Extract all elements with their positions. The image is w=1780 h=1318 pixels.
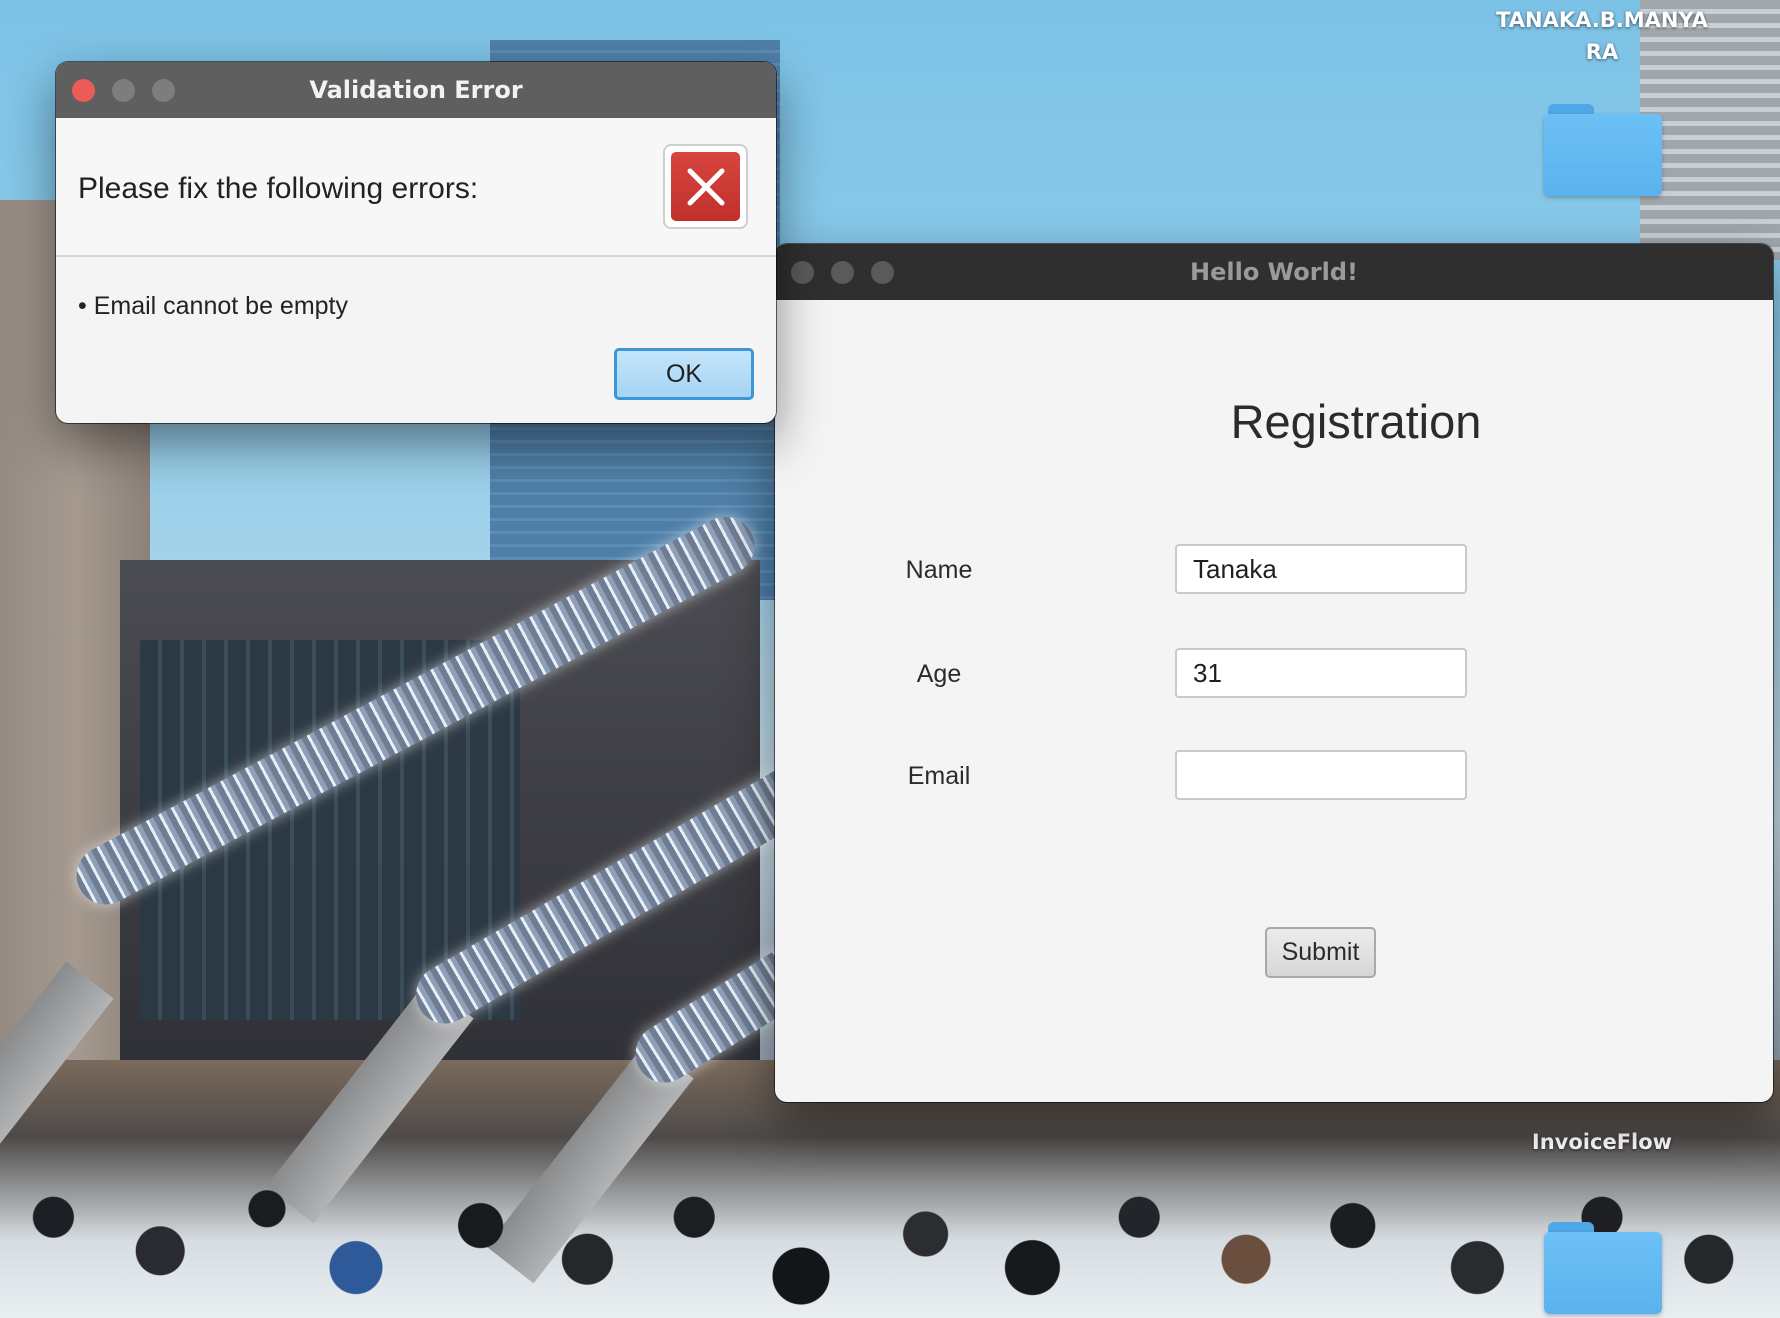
age-label: Age: [916, 660, 962, 688]
dialog-title: Validation Error: [309, 76, 523, 104]
name-label: Name: [905, 556, 973, 584]
x-glyph-icon: [687, 168, 724, 205]
zoom-button[interactable]: [871, 260, 894, 284]
page-title: Registration: [1230, 395, 1482, 448]
registration-window: Hello World! Registration Name Age Email…: [775, 244, 1773, 1102]
email-label: Email: [907, 762, 971, 790]
dialog-titlebar[interactable]: Validation Error: [56, 62, 776, 118]
submit-button[interactable]: Submit: [1265, 927, 1376, 978]
window-title: Hello World!: [1190, 258, 1358, 286]
desktop-icon-label-line1: TANAKA.B.MANYA: [1496, 8, 1708, 32]
window-titlebar[interactable]: Hello World!: [775, 244, 1773, 300]
minimize-button[interactable]: [831, 260, 854, 284]
folder-icon[interactable]: [1544, 104, 1662, 196]
validation-error-dialog: Validation Error Please fix the followin…: [56, 62, 776, 423]
desktop-icon-label-line: InvoiceFlow: [1531, 1130, 1673, 1154]
close-button[interactable]: [72, 78, 95, 102]
wallpaper-skaters: [0, 1150, 1780, 1318]
desktop-icon-label[interactable]: TANAKA.B.MANYA RA: [1480, 4, 1724, 68]
dialog-header-text: Please fix the following errors:: [78, 172, 479, 205]
dialog-header: Please fix the following errors:: [56, 118, 776, 257]
error-x-icon: [671, 152, 740, 221]
close-button[interactable]: [791, 260, 814, 284]
desktop-icon-label-line2: RA: [1585, 40, 1619, 64]
error-icon-frame: [663, 144, 748, 229]
zoom-button[interactable]: [152, 78, 175, 102]
age-field[interactable]: [1175, 648, 1467, 698]
email-field[interactable]: [1175, 750, 1467, 800]
desktop-icon-label[interactable]: InvoiceFlow: [1480, 1126, 1724, 1158]
folder-body: [1544, 1232, 1662, 1314]
name-field[interactable]: [1175, 544, 1467, 594]
dialog-window-controls: [72, 62, 175, 118]
ok-button[interactable]: OK: [614, 348, 754, 400]
folder-icon[interactable]: [1544, 1222, 1662, 1314]
window-controls: [791, 244, 894, 300]
error-message: • Email cannot be empty: [78, 292, 348, 320]
minimize-button[interactable]: [112, 78, 135, 102]
folder-body: [1544, 114, 1662, 196]
